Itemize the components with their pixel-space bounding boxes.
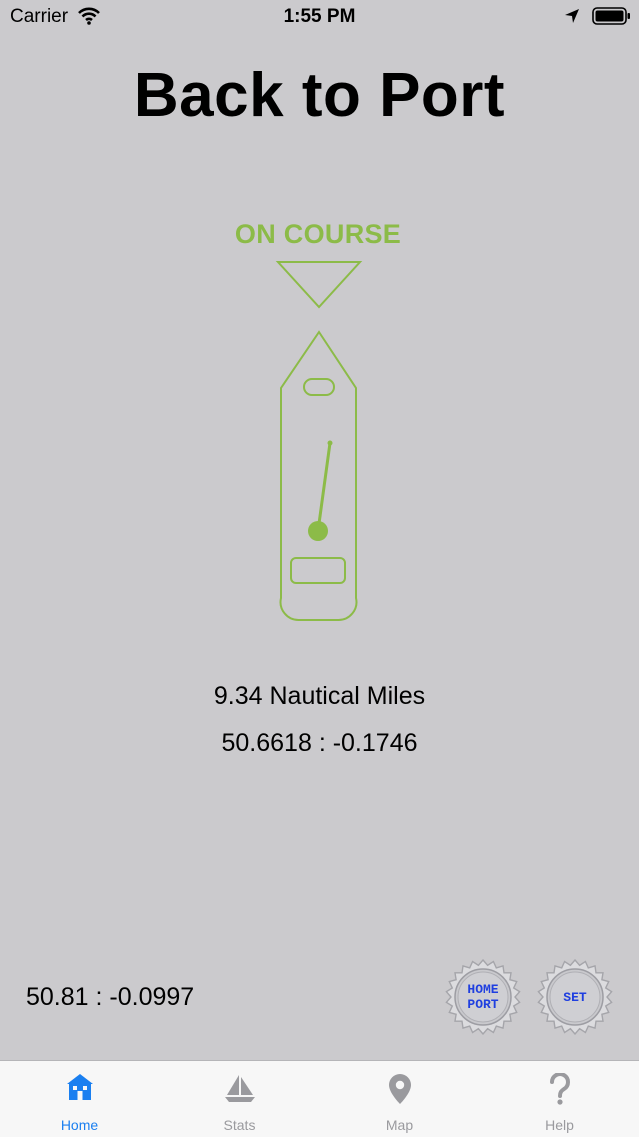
distance-readout: 9.34 Nautical Miles [213,682,426,710]
location-arrow-icon [564,8,580,29]
home-port-button[interactable]: HOME PORT [445,959,521,1035]
status-bar: Carrier 1:55 PM [0,0,639,34]
tab-home-label: Home [60,1117,99,1133]
tab-home[interactable]: Home [0,1061,159,1137]
current-coordinates: 50.81 : -0.0997 [26,983,195,1011]
house-icon [66,1074,93,1100]
map-pin-icon [388,1074,411,1104]
sailboat-icon [224,1075,255,1102]
set-button[interactable]: SET [537,959,613,1035]
tab-help[interactable]: Help [480,1061,639,1137]
tab-stats-label: Stats [223,1117,256,1133]
boat-cabin-icon [303,378,335,396]
course-status-label: ON COURSE [234,219,402,249]
heading-indicator-triangle [275,261,363,309]
clock: 1:55 PM [283,6,356,27]
tab-help-label: Help [545,1117,574,1133]
tab-bar: Home Stats Map Help [0,1060,639,1137]
question-icon [549,1073,570,1105]
target-coordinates: 50.6618 : -0.1746 [221,729,418,757]
boat-compass [275,258,365,633]
set-label: SET [563,989,587,1005]
tab-map[interactable]: Map [320,1061,479,1137]
home-port-label-line1: HOME [467,982,499,997]
boat-cockpit-icon [290,557,346,584]
compass-needle [316,442,332,532]
home-port-label-line2: PORT [467,997,499,1012]
tab-stats[interactable]: Stats [160,1061,319,1137]
battery-icon [592,7,632,30]
compass-needle-pivot [308,521,328,541]
tab-map-label: Map [385,1117,414,1133]
page-title: Back to Port [133,61,506,130]
